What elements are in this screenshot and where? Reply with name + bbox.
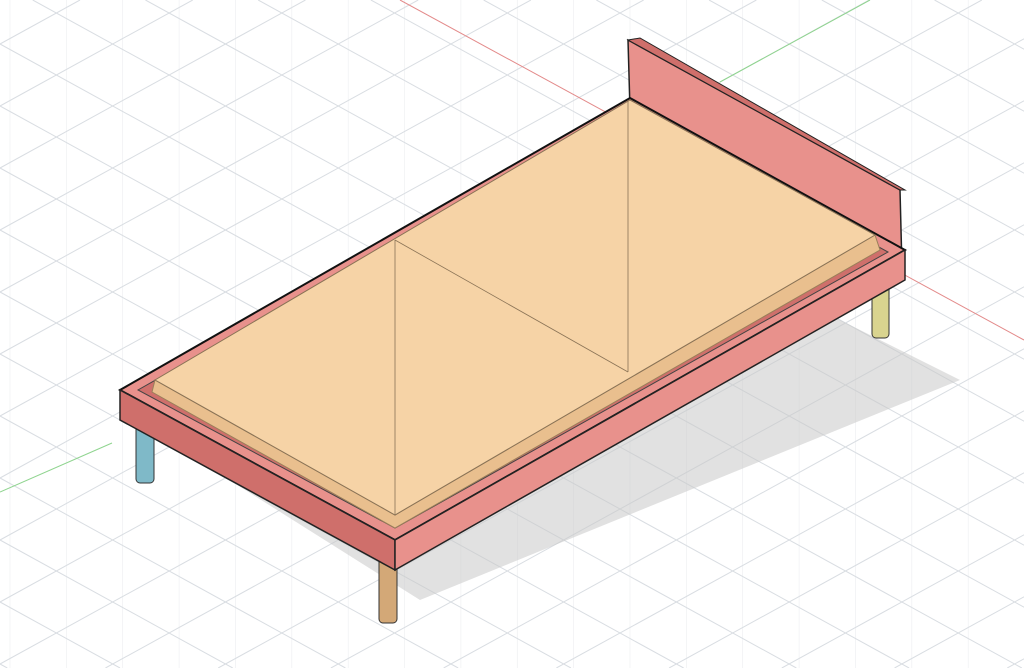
grid-line [934,0,1024,50]
grid-line [781,534,1024,668]
grid-line [0,663,8,668]
grid-line [0,601,121,668]
grid-line [0,0,193,107]
grid-line [1007,658,1024,668]
y-axis-line-lower [0,442,113,493]
grid-line [894,596,1024,668]
grid-line [668,472,1024,668]
grid-line [0,0,81,45]
grid-line [0,0,306,169]
viewport-canvas[interactable] [0,0,1024,668]
3d-viewport[interactable] [0,0,1024,668]
grid-line [0,539,233,668]
